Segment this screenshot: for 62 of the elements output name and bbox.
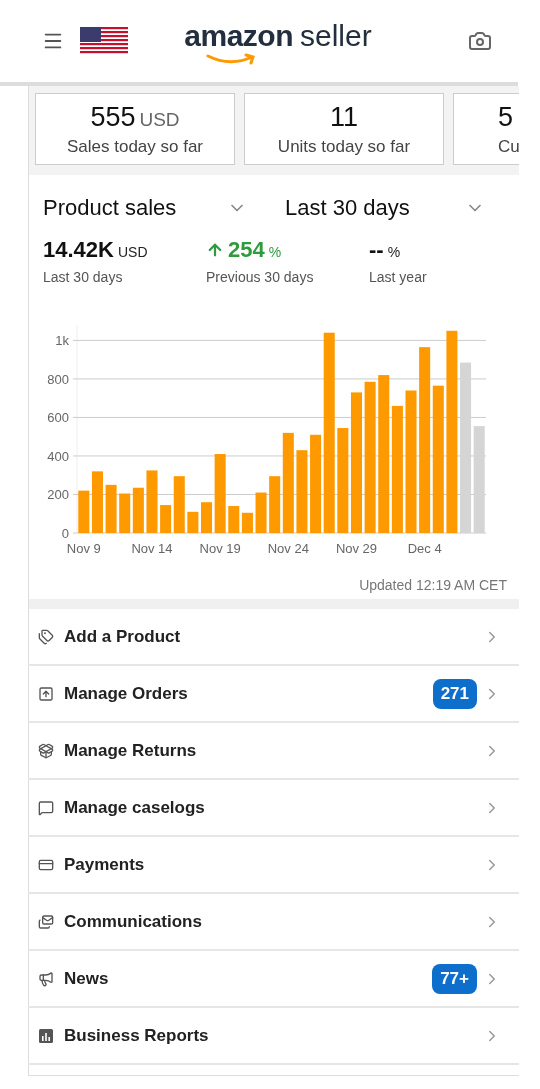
menu-item[interactable]: Communications: [28, 894, 519, 951]
axis-label: 0: [61, 526, 69, 541]
card-value: 11: [330, 101, 358, 133]
bar: [105, 484, 117, 533]
updated-time: Updated 12:19 AM CET: [358, 576, 508, 595]
menu-item[interactable]: Manage Returns: [28, 723, 519, 780]
stat-unit: %: [268, 244, 282, 260]
card-label: Units today so far: [277, 136, 411, 157]
bar: [119, 493, 131, 533]
card-label: Sales today so far: [66, 136, 204, 157]
count-badge: 271: [432, 678, 477, 709]
stat-label: Previous 30 days: [206, 269, 315, 285]
bar: [241, 512, 253, 533]
count-badge: 77+: [432, 963, 477, 994]
menu-item[interactable]: Business Reports: [28, 1008, 519, 1065]
axis-label: Nov 9: [66, 541, 101, 556]
package-icon: [38, 742, 54, 759]
bar: [255, 492, 267, 533]
axis-label: Nov 19: [199, 541, 241, 556]
camera-icon[interactable]: [468, 29, 492, 53]
axis-label: Nov 14: [131, 541, 173, 556]
axis-label: 600: [47, 410, 69, 426]
bar: [228, 506, 240, 533]
stat-unit: USD: [117, 244, 148, 260]
stat-label: Last 30 days: [43, 269, 124, 285]
axis-label: 400: [47, 448, 69, 464]
tags-icon: [38, 628, 54, 645]
axis-label: Nov 24: [267, 541, 309, 556]
card-value: 555: [90, 101, 136, 133]
axis-label: 1k: [55, 333, 69, 349]
card-label: Cu: [498, 136, 519, 157]
chart-icon: [38, 1027, 54, 1044]
menu-item[interactable]: Manage caselogs: [28, 780, 519, 837]
axis-label: Nov 29: [335, 541, 378, 556]
stat-value: 14.42K: [43, 237, 114, 263]
summary-card[interactable]: 11 Units today so far: [244, 93, 444, 165]
dropdown[interactable]: Product sales: [43, 195, 275, 221]
stat-value: --: [369, 237, 384, 263]
dropdown[interactable]: Last 30 days: [275, 195, 505, 221]
logo: amazon seller: [184, 19, 372, 63]
axis-label: Dec 4: [407, 541, 442, 556]
stat-value: 254: [228, 237, 265, 263]
stat-unit: %: [387, 244, 401, 260]
menu-item[interactable]: Payments: [28, 837, 519, 894]
card-unit: USD: [139, 108, 180, 131]
menu-item[interactable]: Manage Orders 271: [28, 666, 519, 723]
chat-icon: [38, 799, 54, 816]
bar: [132, 487, 144, 533]
card-value: 5: [498, 101, 514, 133]
axis-label: 800: [47, 371, 69, 387]
menu-item[interactable]: News 77+: [28, 951, 519, 1008]
megaphone-icon: [38, 970, 54, 987]
axis-label: 200: [47, 487, 69, 503]
menu-item[interactable]: Add a Product: [28, 609, 519, 666]
bar: [146, 470, 158, 533]
stat-label: Last year: [369, 269, 428, 285]
summary-card[interactable]: 5 Cu: [453, 93, 519, 165]
summary-card[interactable]: 555 USD Sales today so far: [35, 93, 235, 165]
box-icon: [38, 685, 54, 702]
bar: [187, 511, 199, 533]
mails-icon: [38, 913, 54, 930]
flag-icon[interactable]: [80, 27, 128, 55]
